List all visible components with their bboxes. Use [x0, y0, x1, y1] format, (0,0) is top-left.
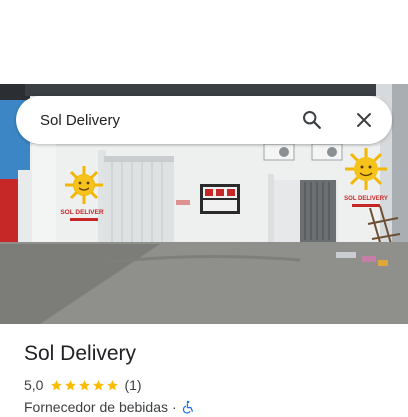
close-icon	[357, 113, 371, 127]
svg-text:SOL DELIVERY: SOL DELIVERY	[344, 196, 388, 202]
place-title: Sol Delivery	[24, 342, 137, 365]
star-icon	[65, 379, 77, 390]
place-category: Fornecedor de bebidas	[24, 399, 168, 415]
place-info-card[interactable]: Sol Delivery 5,0 (1) Fornecedor de bebid…	[0, 324, 408, 415]
wheelchair-accessible-icon	[182, 400, 193, 414]
search-input[interactable]: Sol Delivery	[40, 112, 292, 129]
rating-row[interactable]: 5,0 (1)	[24, 376, 142, 394]
search-button[interactable]	[292, 100, 332, 140]
review-count[interactable]: (1)	[124, 377, 141, 393]
search-icon	[303, 111, 321, 129]
separator-dot: ·	[172, 399, 177, 415]
category-row: Fornecedor de bebidas ·	[24, 397, 195, 417]
star-rating	[50, 379, 120, 392]
rating-value: 5,0	[24, 377, 44, 393]
search-bar[interactable]: Sol Delivery	[16, 96, 392, 144]
star-icon	[107, 379, 119, 390]
star-icon	[93, 379, 105, 390]
star-icon	[51, 379, 63, 390]
star-icon	[79, 379, 91, 390]
svg-text:SOL DELIVERY: SOL DELIVERY	[60, 209, 108, 216]
close-button[interactable]	[344, 100, 384, 140]
